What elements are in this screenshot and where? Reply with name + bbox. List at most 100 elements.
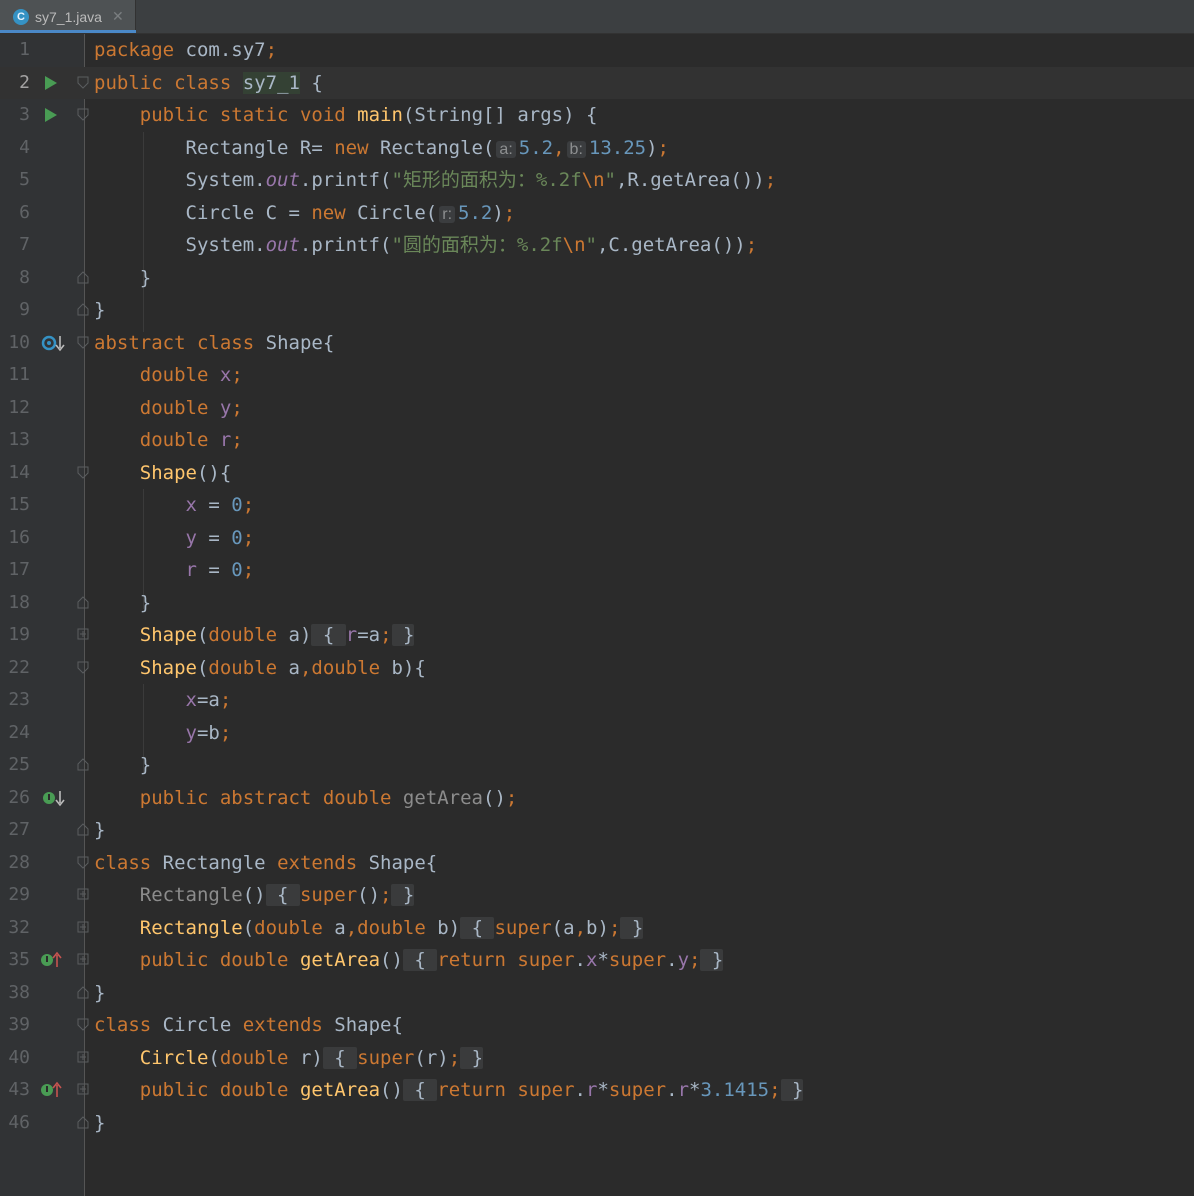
editor-tab-bar: C sy7_1.java ✕ — [0, 0, 1194, 34]
fold-end-icon[interactable] — [77, 595, 89, 609]
code-line[interactable]: 3 public static void main(String[] args)… — [0, 99, 1194, 132]
run-icon[interactable] — [45, 75, 57, 90]
folded-block: { — [402, 1079, 438, 1101]
code-line[interactable]: 4 Rectangle R= new Rectangle(a: 5.2, b: 13.… — [0, 132, 1194, 165]
implements-up-icon[interactable] — [40, 950, 70, 970]
line-number: 9 — [19, 299, 30, 320]
folded-block: { — [402, 949, 438, 971]
fold-end-icon[interactable] — [77, 1115, 89, 1129]
code-text: Circle(double r) { super(r); } — [139, 1046, 484, 1069]
code-line[interactable]: 12 double y; — [0, 392, 1194, 425]
code-line[interactable]: 19 Shape(double a) { r=a; } — [0, 619, 1194, 652]
fold-end-icon[interactable] — [77, 823, 89, 836]
parameter-hint: b: — [566, 140, 586, 158]
fold-collapsed-icon[interactable] — [77, 1083, 89, 1096]
implemented-down-icon[interactable] — [40, 788, 70, 808]
implements-up-icon[interactable] — [40, 1080, 70, 1100]
code-text: } — [94, 981, 106, 1004]
folded-block: } — [780, 1079, 804, 1101]
code-line[interactable]: 28 class Rectangle extends Shape{ — [0, 847, 1194, 880]
line-number: 38 — [8, 981, 30, 1003]
fold-end-icon[interactable] — [77, 303, 89, 316]
line-number: 22 — [8, 656, 30, 678]
code-line[interactable]: 24 y=b; — [0, 717, 1194, 750]
fold-collapsed-icon[interactable] — [77, 888, 89, 901]
line-number: 13 — [8, 429, 30, 450]
line-number: 4 — [19, 136, 30, 158]
code-line[interactable]: 17 r = 0; — [0, 554, 1194, 587]
code-line-current[interactable]: 2 public class sy7_1 { — [0, 66, 1194, 99]
code-line[interactable]: 5 System.out.printf("矩形的面积为：%.2f\n",R.ge… — [0, 164, 1194, 197]
fold-open-icon[interactable] — [77, 856, 89, 869]
code-line[interactable]: 29 Rectangle() { super(); } — [0, 879, 1194, 912]
code-text: y = 0; — [185, 526, 255, 549]
close-icon[interactable]: ✕ — [112, 8, 124, 25]
line-number: 43 — [8, 1079, 30, 1100]
fold-open-icon[interactable] — [77, 661, 89, 674]
folded-block: } — [391, 884, 415, 906]
code-text: } — [139, 754, 152, 776]
line-number: 8 — [19, 266, 30, 288]
code-line[interactable]: 27 } — [0, 814, 1194, 847]
fold-end-icon[interactable] — [77, 758, 89, 771]
folded-block: } — [391, 624, 415, 646]
code-text: public abstract double getArea(); — [139, 786, 518, 809]
code-line[interactable]: 1 package com.sy7; — [0, 34, 1194, 67]
code-text: x=a; — [185, 689, 232, 711]
code-line[interactable]: 26 public abstract double getArea(); — [0, 782, 1194, 815]
fold-collapsed-icon[interactable] — [77, 921, 89, 934]
fold-end-icon[interactable] — [77, 985, 89, 999]
line-number: 28 — [8, 851, 30, 873]
code-line[interactable]: 40 Circle(double r) { super(r); } — [0, 1042, 1194, 1075]
fold-open-icon[interactable] — [77, 108, 89, 121]
folded-block: { — [460, 916, 495, 939]
line-number: 18 — [8, 591, 30, 613]
code-line[interactable]: 46 } — [0, 1107, 1194, 1140]
code-line[interactable]: 8 } — [0, 262, 1194, 295]
line-number: 17 — [8, 559, 30, 580]
line-number: 32 — [8, 916, 30, 938]
tab-sy7-1-java[interactable]: C sy7_1.java ✕ — [0, 0, 136, 33]
code-line[interactable]: 43 public double getArea() { return supe… — [0, 1074, 1194, 1107]
line-number: 39 — [8, 1014, 30, 1035]
fold-collapsed-icon[interactable] — [77, 1051, 89, 1064]
run-icon[interactable] — [45, 108, 57, 122]
code-line[interactable]: 7 System.out.printf("圆的面积为：%.2f\n",C.get… — [0, 229, 1194, 262]
fold-end-icon[interactable] — [77, 270, 89, 284]
fold-open-icon[interactable] — [77, 336, 89, 349]
code-line[interactable]: 15 x = 0; — [0, 489, 1194, 522]
line-number: 40 — [8, 1046, 30, 1068]
implemented-down-icon[interactable] — [40, 333, 70, 353]
folded-block: { — [322, 1046, 358, 1069]
fold-collapsed-icon[interactable] — [77, 953, 89, 966]
code-line[interactable]: 18 } — [0, 587, 1194, 620]
fold-collapsed-icon[interactable] — [77, 628, 89, 641]
line-number: 25 — [8, 754, 30, 775]
code-line[interactable]: 13 double r; — [0, 424, 1194, 457]
line-number: 1 — [19, 39, 30, 60]
code-text: Circle C = new Circle(r: 5.2); — [185, 201, 516, 224]
code-text: y=b; — [185, 721, 232, 744]
code-line[interactable]: 32 Rectangle(double a,double b) { super(… — [0, 912, 1194, 945]
code-text: System.out.printf("矩形的面积为：%.2f\n",R.getA… — [185, 169, 777, 191]
code-line[interactable]: 6 Circle C = new Circle(r: 5.2); — [0, 197, 1194, 230]
code-text: public double getArea() { return super.x… — [139, 949, 724, 971]
code-line[interactable]: 35 public double getArea() { return supe… — [0, 944, 1194, 977]
line-number: 26 — [8, 786, 30, 808]
code-line[interactable]: 25 } — [0, 749, 1194, 782]
line-number: 27 — [8, 819, 30, 840]
code-line[interactable]: 23 x=a; — [0, 684, 1194, 717]
code-line[interactable]: 39 class Circle extends Shape{ — [0, 1009, 1194, 1042]
code-line[interactable]: 38 } — [0, 977, 1194, 1010]
fold-open-icon[interactable] — [77, 76, 89, 89]
code-line[interactable]: 10 abstract class Shape{ — [0, 327, 1194, 360]
fold-open-icon[interactable] — [77, 1018, 89, 1031]
code-line[interactable]: 11 double x; — [0, 359, 1194, 392]
fold-open-icon[interactable] — [77, 466, 89, 479]
code-line[interactable]: 14 Shape(){ — [0, 457, 1194, 490]
code-line[interactable]: 9 } — [0, 294, 1194, 327]
code-line[interactable]: 22 Shape(double a,double b){ — [0, 652, 1194, 685]
code-text: } — [94, 1111, 106, 1134]
code-line[interactable]: 16 y = 0; — [0, 522, 1194, 555]
parameter-hint: a: — [496, 140, 516, 158]
